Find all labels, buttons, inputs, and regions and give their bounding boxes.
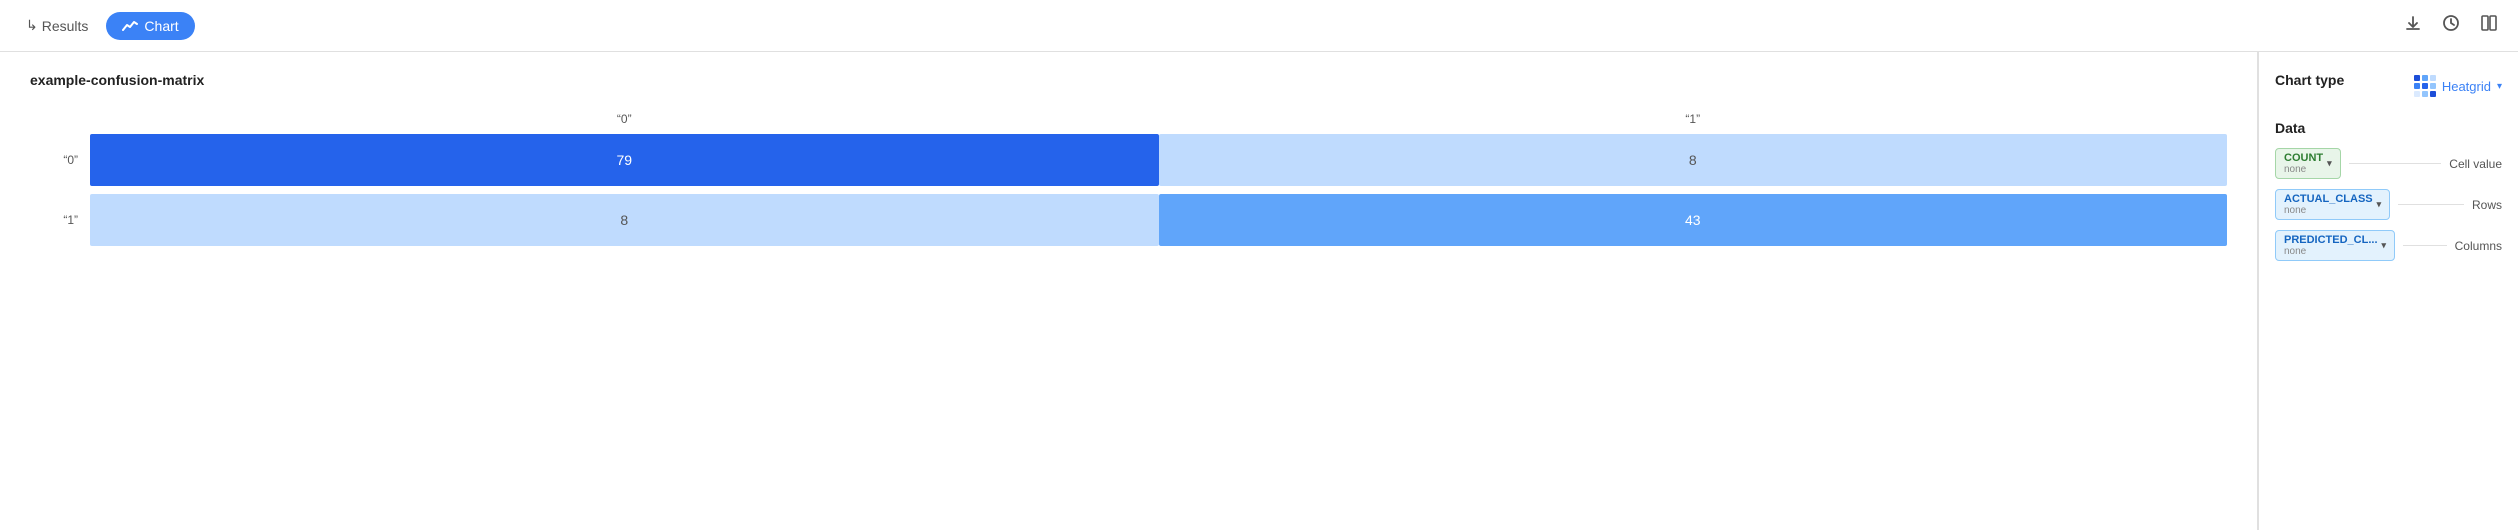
main-area: example-confusion-matrix “0” “1” “0” 79 … bbox=[0, 52, 2518, 530]
layout-icon bbox=[2480, 14, 2498, 32]
results-button[interactable]: ↳ Results bbox=[16, 11, 98, 40]
chart-title: example-confusion-matrix bbox=[30, 72, 2227, 88]
count-chevron-icon: ▾ bbox=[2327, 158, 2332, 169]
top-bar: ↳ Results Chart bbox=[0, 0, 2518, 52]
chart-area: example-confusion-matrix “0” “1” “0” 79 … bbox=[0, 52, 2258, 530]
col-header-1: “1” bbox=[1159, 112, 2228, 126]
top-bar-left: ↳ Results Chart bbox=[16, 11, 195, 40]
columns-label: Columns bbox=[2455, 239, 2502, 253]
data-section-title: Data bbox=[2275, 120, 2502, 136]
predicted-badge[interactable]: PREDICTED_CL... none ▾ bbox=[2275, 230, 2395, 261]
actual-divider bbox=[2398, 204, 2464, 205]
count-badge[interactable]: COUNT none ▾ bbox=[2275, 148, 2341, 179]
actual-chevron-icon: ▾ bbox=[2377, 199, 2382, 210]
results-arrow-icon: ↳ bbox=[26, 17, 38, 34]
grid-cell-1-0: 8 bbox=[90, 194, 1159, 246]
download-icon bbox=[2404, 14, 2422, 32]
actual-class-badge-sub: none bbox=[2284, 205, 2373, 216]
rows-label: Rows bbox=[2472, 198, 2502, 212]
predicted-divider bbox=[2403, 245, 2447, 246]
grid-cell-0-0: 79 bbox=[90, 134, 1159, 186]
grid-cell-0-1: 8 bbox=[1159, 134, 2228, 186]
actual-class-badge-main: ACTUAL_CLASS bbox=[2284, 193, 2373, 205]
data-row-actual: ACTUAL_CLASS none ▾ Rows bbox=[2275, 189, 2502, 220]
layout-button[interactable] bbox=[2476, 10, 2502, 41]
count-divider bbox=[2349, 163, 2442, 164]
actual-class-badge-text: ACTUAL_CLASS none bbox=[2284, 193, 2373, 216]
count-badge-text: COUNT none bbox=[2284, 152, 2323, 175]
chart-type-title: Chart type bbox=[2275, 72, 2344, 88]
grid-cell-1-1: 43 bbox=[1159, 194, 2228, 246]
cell-value-label: Cell value bbox=[2449, 157, 2502, 171]
heatgrid-label: Heatgrid bbox=[2442, 79, 2491, 94]
top-bar-right bbox=[2400, 10, 2502, 41]
grid-row-0: “0” 79 8 bbox=[30, 134, 2227, 186]
grid-row-1: “1” 8 43 bbox=[30, 194, 2227, 246]
heatgrid-icon bbox=[2414, 75, 2436, 97]
actual-class-badge[interactable]: ACTUAL_CLASS none ▾ bbox=[2275, 189, 2390, 220]
predicted-chevron-icon: ▾ bbox=[2382, 240, 2387, 251]
chart-type-row: Chart type Heatgrid ▾ bbox=[2275, 72, 2502, 100]
predicted-badge-text: PREDICTED_CL... none bbox=[2284, 234, 2378, 257]
heatgrid-container: “0” “1” “0” 79 8 “1” 8 43 bbox=[30, 112, 2227, 246]
predicted-badge-sub: none bbox=[2284, 246, 2378, 257]
heatgrid-selector[interactable]: Heatgrid ▾ bbox=[2414, 75, 2502, 97]
clock-icon bbox=[2442, 14, 2460, 32]
row-label-0: “0” bbox=[30, 153, 90, 167]
col-header-0: “0” bbox=[90, 112, 1159, 126]
col-headers: “0” “1” bbox=[90, 112, 2227, 126]
row-label-1: “1” bbox=[30, 213, 90, 227]
heatgrid-chevron-icon: ▾ bbox=[2497, 81, 2502, 92]
data-row-count: COUNT none ▾ Cell value bbox=[2275, 148, 2502, 179]
count-badge-main: COUNT bbox=[2284, 152, 2323, 164]
right-panel: Chart type Heatgrid ▾ Data bbox=[2258, 52, 2518, 530]
results-label: Results bbox=[42, 18, 89, 34]
chart-icon bbox=[122, 18, 138, 34]
clock-button[interactable] bbox=[2438, 10, 2464, 41]
chart-label: Chart bbox=[144, 18, 178, 34]
data-row-predicted: PREDICTED_CL... none ▾ Columns bbox=[2275, 230, 2502, 261]
count-badge-sub: none bbox=[2284, 164, 2323, 175]
chart-button[interactable]: Chart bbox=[106, 12, 194, 40]
download-button[interactable] bbox=[2400, 10, 2426, 41]
predicted-badge-main: PREDICTED_CL... bbox=[2284, 234, 2378, 246]
